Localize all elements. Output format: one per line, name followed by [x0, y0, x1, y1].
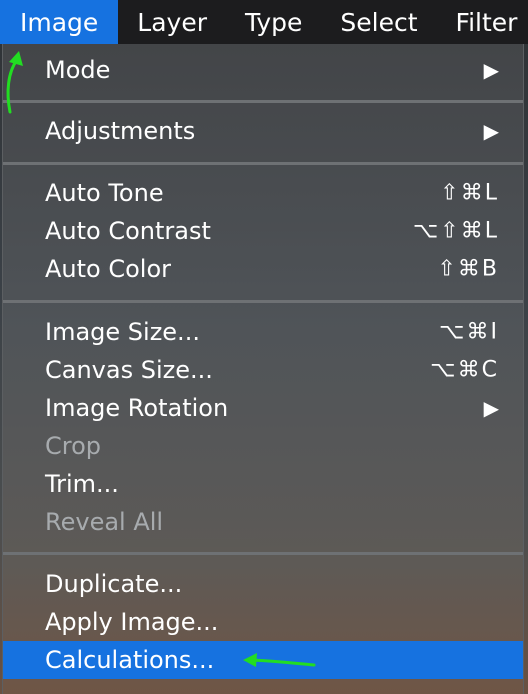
menubar-item-filter[interactable]: Filter: [437, 0, 528, 44]
menu-item-shortcut: ⇧⌘B: [437, 256, 499, 282]
menu-item-label: Adjustments: [45, 117, 196, 145]
menu-item-calculations[interactable]: Calculations...: [3, 641, 523, 679]
menu-item-label: Auto Tone: [45, 179, 164, 207]
image-dropdown-menu: Mode ▶ Adjustments ▶ Auto Tone ⇧⌘L Auto …: [2, 44, 524, 694]
menu-item-auto-tone[interactable]: Auto Tone ⇧⌘L: [3, 174, 523, 212]
menu-item-shortcut: ⌥⌘I: [439, 319, 499, 345]
menu-item-shortcut: ⌥⌘C: [430, 357, 499, 383]
menu-item-auto-contrast[interactable]: Auto Contrast ⌥⇧⌘L: [3, 212, 523, 250]
menu-item-label: Auto Contrast: [45, 217, 211, 245]
menubar-item-type[interactable]: Type: [226, 0, 321, 44]
submenu-arrow-icon: ▶: [483, 58, 499, 82]
menu-item-label: Reveal All: [45, 508, 164, 536]
menu-item-image-size[interactable]: Image Size... ⌥⌘I: [3, 313, 523, 351]
menu-item-shortcut: ⇧⌘L: [440, 180, 499, 206]
menu-item-canvas-size[interactable]: Canvas Size... ⌥⌘C: [3, 351, 523, 389]
menu-item-image-rotation[interactable]: Image Rotation ▶: [3, 389, 523, 427]
menu-separator: [3, 552, 523, 555]
menu-separator: [3, 162, 523, 165]
menu-item-mode[interactable]: Mode ▶: [3, 51, 523, 89]
menu-item-auto-color[interactable]: Auto Color ⇧⌘B: [3, 250, 523, 288]
menu-item-shortcut: ⌥⇧⌘L: [412, 218, 499, 244]
menu-item-label: Trim...: [45, 470, 119, 498]
menu-item-label: Crop: [45, 432, 102, 460]
menu-item-apply-image[interactable]: Apply Image...: [3, 603, 523, 641]
menubar-item-layer[interactable]: Layer: [118, 0, 226, 44]
menu-item-label: Mode: [45, 56, 111, 84]
menu-item-label: Image Size...: [45, 318, 200, 346]
menu-item-trim[interactable]: Trim...: [3, 465, 523, 503]
menubar-item-select[interactable]: Select: [321, 0, 436, 44]
menu-separator: [3, 300, 523, 303]
menu-item-label: Canvas Size...: [45, 356, 213, 384]
menu-item-label: Calculations...: [45, 646, 215, 674]
menu-item-duplicate[interactable]: Duplicate...: [3, 565, 523, 603]
menubar-item-image[interactable]: Image: [0, 0, 119, 44]
menu-item-label: Image Rotation: [45, 394, 229, 422]
menu-item-crop: Crop: [3, 427, 523, 465]
submenu-arrow-icon: ▶: [483, 396, 499, 420]
menu-item-reveal-all: Reveal All: [3, 503, 523, 541]
menu-bar: Image Layer Type Select Filter: [0, 0, 528, 44]
menu-item-adjustments[interactable]: Adjustments ▶: [3, 112, 523, 150]
submenu-arrow-icon: ▶: [483, 119, 499, 143]
menu-item-label: Duplicate...: [45, 570, 183, 598]
menu-separator: [3, 100, 523, 103]
menu-item-label: Auto Color: [45, 255, 172, 283]
menu-item-label: Apply Image...: [45, 608, 219, 636]
